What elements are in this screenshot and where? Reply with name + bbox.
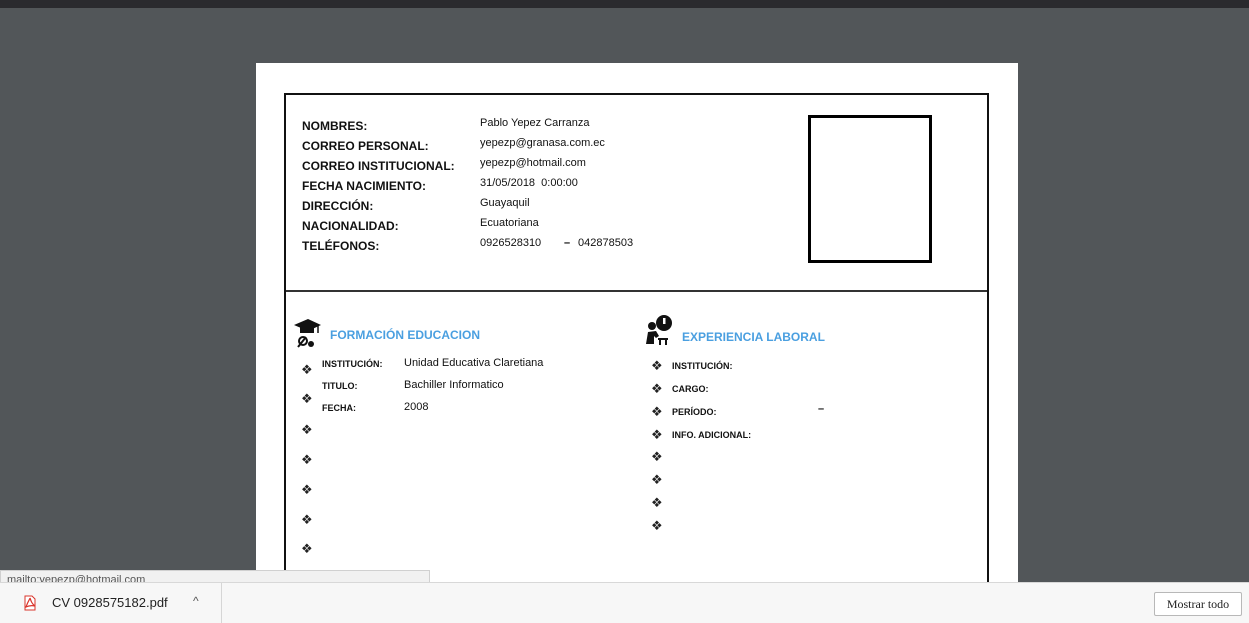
- worker-clock-icon: [644, 314, 676, 351]
- education-heading: FORMACIÓN EDUCACION: [330, 328, 480, 342]
- bullet-icon: ❖: [651, 518, 663, 533]
- experience-period-value: –: [818, 403, 825, 415]
- field-value: Ecuatoriana: [480, 217, 539, 229]
- personal-row: DIRECCIÓN: Guayaquil: [302, 197, 802, 219]
- phone-1: 0926528310: [480, 237, 542, 249]
- download-shelf: CV 0928575182.pdf ^ Mostrar todo: [0, 582, 1249, 623]
- experience-label: INSTITUCIÓN:: [672, 361, 733, 371]
- bullet-icon: ❖: [301, 362, 313, 377]
- cv-frame: NOMBRES: Pablo Yepez Carranza CORREO PER…: [284, 93, 989, 582]
- pdf-page: NOMBRES: Pablo Yepez Carranza CORREO PER…: [256, 63, 1018, 582]
- field-value: 31/05/2018 0:00:00: [480, 177, 578, 189]
- graduation-cap-icon: [292, 317, 322, 354]
- bullet-icon: ❖: [651, 404, 663, 419]
- field-value: Pablo Yepez Carranza: [480, 117, 590, 129]
- field-label: NOMBRES:: [302, 119, 368, 133]
- education-value: Bachiller Informatico: [404, 379, 504, 391]
- photo-placeholder: [808, 115, 932, 263]
- phone-2: 042878503: [578, 237, 634, 249]
- bullet-icon: ❖: [301, 482, 313, 497]
- education-label: FECHA:: [322, 403, 356, 413]
- viewer-top-bar: [0, 0, 1249, 8]
- bullet-icon: ❖: [651, 495, 663, 510]
- experience-label: PERÍODO:: [672, 407, 717, 417]
- experience-label: CARGO:: [672, 384, 709, 394]
- bullet-icon: ❖: [301, 391, 313, 406]
- personal-info: NOMBRES: Pablo Yepez Carranza CORREO PER…: [302, 117, 802, 259]
- bullet-icon: ❖: [651, 381, 663, 396]
- field-label: DIRECCIÓN:: [302, 199, 374, 213]
- bullet-icon: ❖: [651, 358, 663, 373]
- field-label: CORREO PERSONAL:: [302, 139, 429, 153]
- personal-row: FECHA NACIMIENTO: 31/05/2018 0:00:00: [302, 177, 802, 199]
- pdf-file-icon: [22, 595, 38, 616]
- experience-heading: EXPERIENCIA LABORAL: [682, 330, 825, 344]
- phone-separator: –: [564, 237, 571, 249]
- personal-row: CORREO INSTITUCIONAL: yepezp@hotmail.com: [302, 157, 802, 179]
- bullet-icon: ❖: [651, 449, 663, 464]
- education-value: Unidad Educativa Claretiana: [404, 357, 544, 369]
- link-status-bar: mailto:yepezp@hotmail.com: [0, 570, 430, 582]
- field-label: FECHA NACIMIENTO:: [302, 179, 426, 193]
- personal-row: TELÉFONOS: 0926528310 – 042878503: [302, 237, 802, 259]
- education-label: INSTITUCIÓN:: [322, 359, 383, 369]
- bullet-icon: ❖: [301, 422, 313, 437]
- section-divider: [286, 290, 987, 292]
- bullet-icon: ❖: [651, 472, 663, 487]
- download-item[interactable]: CV 0928575182.pdf ^: [0, 583, 222, 623]
- pdf-viewer[interactable]: NOMBRES: Pablo Yepez Carranza CORREO PER…: [0, 8, 1249, 582]
- field-label: CORREO INSTITUCIONAL:: [302, 159, 455, 173]
- personal-row: CORREO PERSONAL: yepezp@granasa.com.ec: [302, 137, 802, 159]
- email-link[interactable]: yepezp@hotmail.com: [480, 157, 586, 169]
- chevron-up-icon[interactable]: ^: [193, 594, 199, 608]
- bullet-icon: ❖: [301, 452, 313, 467]
- field-label: TELÉFONOS:: [302, 239, 380, 253]
- field-value: Guayaquil: [480, 197, 530, 209]
- experience-label: INFO. ADICIONAL:: [672, 430, 752, 440]
- personal-row: NOMBRES: Pablo Yepez Carranza: [302, 117, 802, 139]
- download-filename: CV 0928575182.pdf: [52, 595, 168, 610]
- bullet-icon: ❖: [301, 512, 313, 527]
- bullet-icon: ❖: [651, 427, 663, 442]
- education-value: 2008: [404, 401, 429, 413]
- field-label: NACIONALIDAD:: [302, 219, 399, 233]
- personal-row: NACIONALIDAD: Ecuatoriana: [302, 217, 802, 239]
- education-label: TITULO:: [322, 381, 358, 391]
- show-all-button[interactable]: Mostrar todo: [1154, 592, 1242, 616]
- bullet-icon: ❖: [301, 541, 313, 556]
- field-value: yepezp@granasa.com.ec: [480, 137, 605, 149]
